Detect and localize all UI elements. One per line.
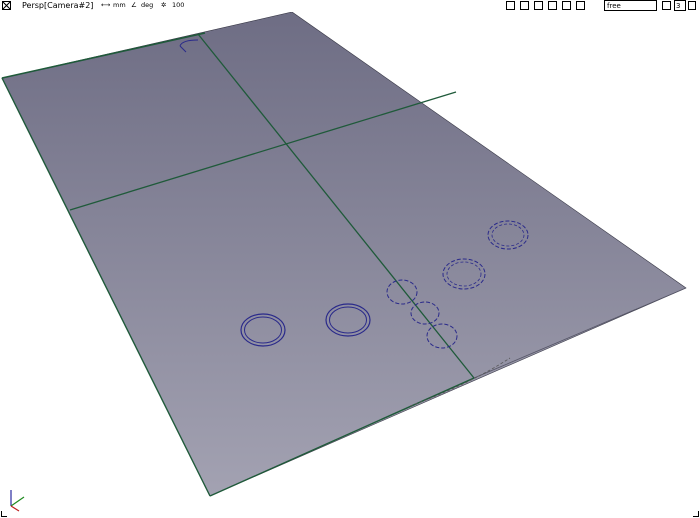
render-icon[interactable] [520, 1, 529, 10]
frame-icon[interactable] [662, 1, 671, 10]
axis-triad-icon [10, 490, 25, 512]
surface-mesh[interactable] [1, 11, 687, 497]
zoom-icon[interactable] [534, 1, 543, 10]
viewport-3d[interactable] [0, 0, 700, 518]
angle-unit-icon: ∠ [131, 1, 137, 9]
viewport-toolbar: Persp[Camera#2] ⟷ mm ∠ deg ✲ 100 [0, 0, 700, 12]
angle-unit-label[interactable]: deg [141, 0, 153, 11]
pan-icon[interactable] [576, 1, 585, 10]
snap-icon: ✲ [161, 1, 167, 9]
fit-icon[interactable] [548, 1, 557, 10]
viewport-corner-bl [1, 511, 7, 517]
view-label[interactable]: Persp[Camera#2] [22, 0, 93, 11]
length-unit-label[interactable]: mm [113, 0, 126, 11]
viewport-corner-br [693, 511, 699, 517]
snap-value[interactable]: 100 [172, 0, 184, 11]
close-icon[interactable] [2, 1, 11, 10]
orbit-icon[interactable] [562, 1, 571, 10]
mode-field[interactable] [604, 0, 657, 11]
length-unit-icon: ⟷ [101, 1, 111, 9]
camera-icon[interactable] [506, 1, 515, 10]
page-stepper[interactable] [688, 1, 696, 10]
page-field[interactable] [674, 0, 686, 11]
